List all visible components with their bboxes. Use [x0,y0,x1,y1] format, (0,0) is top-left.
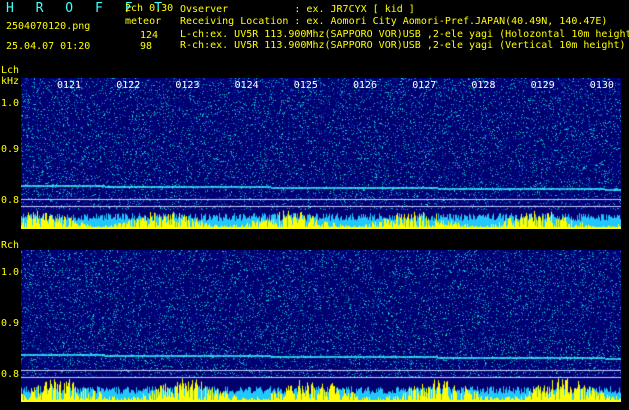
time-tick-label: 0130 [589,80,614,91]
lch-tick-0-9: 0.9 [1,144,20,155]
lch-unit-label: kHz [1,76,20,87]
lch-channel-label: Lch [1,65,20,76]
lch-tick-0-8: 0.8 [1,195,20,206]
time-tick-label: 0125 [293,80,318,91]
time-tick-label: 0128 [471,80,496,91]
rch-spectrogram [21,250,621,402]
observer-info: Ovserver : ex. JR7CYX [ kid ] [180,4,415,15]
lch-tick-1-0: 1.0 [1,98,20,109]
time-tick-label: 0126 [353,80,378,91]
version-label: 2ch 0.30 [125,3,174,14]
rch-tick-0-8: 0.8 [1,369,20,380]
meteor-label: meteor [125,16,162,27]
rch-config-info: R-ch:ex. UV5R 113.900Mhz(SAPPORO VOR)USB… [180,40,626,51]
time-tick-label: 0121 [57,80,82,91]
rch-tick-1-0: 1.0 [1,267,20,278]
datetime-label: 25.04.07 01:20 [6,41,91,52]
time-tick-label: 0122 [116,80,141,91]
time-tick-label: 0124 [234,80,259,91]
time-tick-label: 0127 [412,80,437,91]
time-tick-label: 0123 [175,80,200,91]
lch-meteor-count: 124 [140,30,159,41]
filename-label: 2504070120.png [6,21,91,32]
location-info: Receiving Location : ex. Aomori City Aom… [180,16,608,27]
time-tick-label: 0129 [530,80,555,91]
rch-channel-label: Rch [1,240,20,251]
lch-config-info: L-ch:ex. UV5R 113.900Mhz(SAPPORO VOR)USB… [180,29,629,40]
lch-spectrogram [21,78,621,229]
rch-meteor-count: 98 [140,41,153,52]
rch-tick-0-9: 0.9 [1,318,20,329]
